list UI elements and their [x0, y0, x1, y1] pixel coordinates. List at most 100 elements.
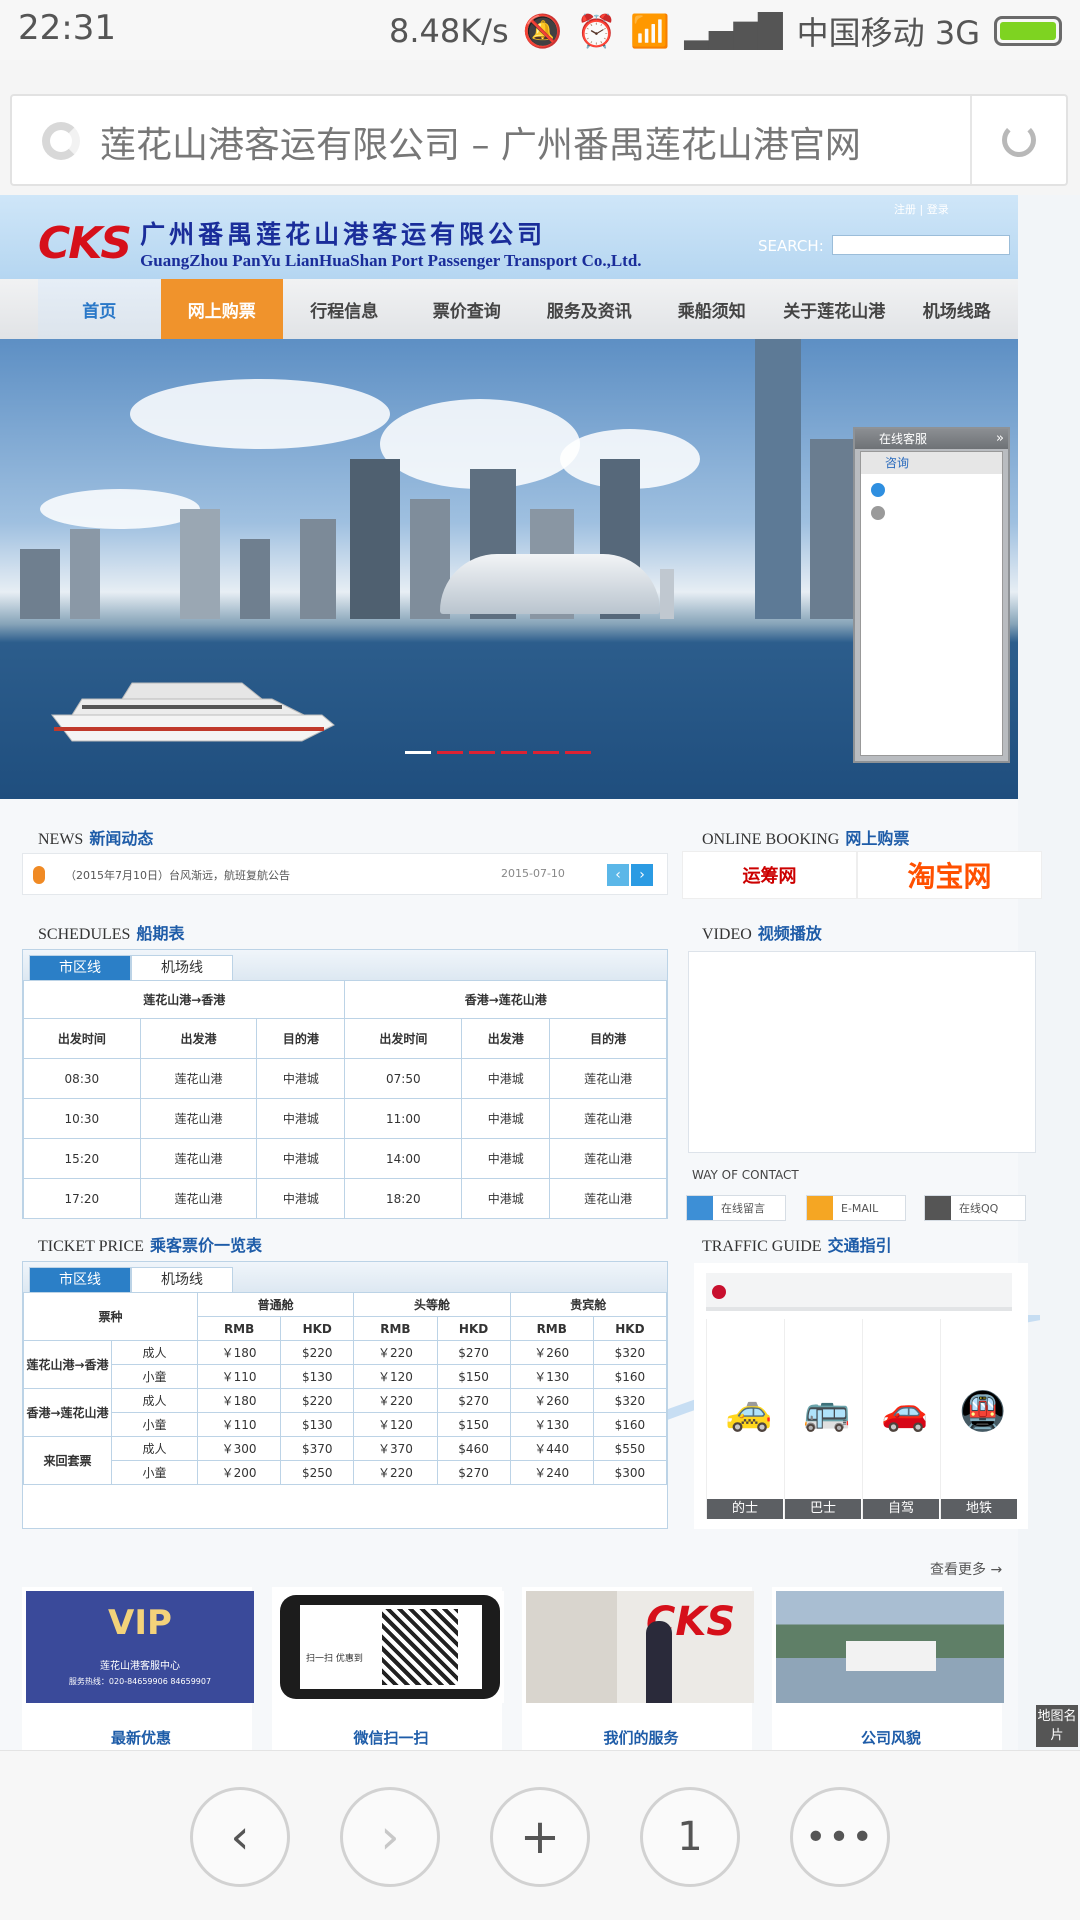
currency-header: RMB: [509, 1316, 594, 1341]
tabs-button[interactable]: 1: [640, 1787, 740, 1887]
news-item[interactable]: （2015年7月10日）台风渐远，航班复航公告: [65, 867, 290, 883]
price-cell: $220: [280, 1388, 355, 1413]
nav-itinerary[interactable]: 行程信息: [283, 279, 406, 339]
collapse-icon[interactable]: »: [996, 429, 1004, 449]
thumb-promotions[interactable]: VIP 莲花山港客服中心 服务热线：020-84659906 84659907 …: [22, 1587, 254, 1750]
menu-button[interactable]: •••: [790, 1787, 890, 1887]
car-icon: 🚗: [881, 1389, 929, 1433]
table-row: 17:20 莲花山港 中港城 18:20 中港城 莲花山港: [23, 1178, 667, 1219]
email-button[interactable]: E-MAIL: [806, 1195, 906, 1221]
class-header: 头等舱: [353, 1292, 511, 1317]
schedule-cell: 莲花山港: [139, 1178, 258, 1219]
thumb-wechat[interactable]: 扫一扫 优惠到 微信扫一扫: [272, 1587, 504, 1750]
status-bar: 22:31 8.48K/s 🔕 ⏰ 📶 ▂▄▆█ 中国移动 3G: [0, 0, 1080, 60]
schedule-cell: 莲花山港: [549, 1138, 667, 1179]
cks-logo-mark: CKS: [38, 217, 132, 269]
status-icons: 8.48K/s 🔕 ⏰ 📶 ▂▄▆█ 中国移动 3G: [389, 8, 1062, 54]
video-player[interactable]: [688, 951, 1036, 1153]
price-cell: ￥300: [196, 1436, 282, 1461]
news-section-title: NEWS 新闻动态: [38, 829, 154, 848]
main-nav: 首页 网上购票 行程信息 票价查询 服务及资讯 乘船须知 关于莲花山港 机场线路: [0, 279, 1018, 339]
metro-icon: 🚇: [959, 1389, 1007, 1433]
reload-button[interactable]: [970, 96, 1066, 184]
wechat-card-text: 扫一扫 优惠到: [306, 1654, 363, 1664]
news-prev-button[interactable]: ‹: [607, 864, 629, 886]
traffic-drive[interactable]: 🚗 自驾: [862, 1319, 939, 1519]
yunchou-link[interactable]: 运筹网: [682, 851, 857, 899]
thumb-service[interactable]: CKS 我们的服务: [522, 1587, 754, 1750]
thumb-company[interactable]: 公司风貌: [772, 1587, 1004, 1750]
price-tab-city[interactable]: 市区线: [29, 1267, 131, 1292]
nav-online-booking[interactable]: 网上购票: [160, 279, 283, 339]
qq-online-icon[interactable]: [871, 483, 885, 497]
company-name-cn: 广州番禺莲花山港客运有限公司: [140, 220, 547, 249]
schedule-cell: 08:30: [23, 1058, 141, 1099]
nav-boarding-notes[interactable]: 乘船须知: [651, 279, 774, 339]
chat-tab-consult[interactable]: 咨询: [861, 452, 1002, 474]
banner-pager[interactable]: [405, 751, 591, 754]
schedule-cell: 莲花山港: [549, 1058, 667, 1099]
passenger-type-cell: 成人: [111, 1388, 198, 1413]
news-next-button[interactable]: ›: [631, 864, 653, 886]
price-cell: $320: [592, 1388, 668, 1413]
qq-button[interactable]: 在线QQ: [924, 1195, 1026, 1221]
site-logo[interactable]: CKS 广州番禺莲花山港客运有限公司 GuangZhou PanYu LianH…: [38, 215, 642, 271]
price-cell: ￥120: [353, 1364, 438, 1389]
company-name-en: GuangZhou PanYu LianHuaShan Port Passeng…: [140, 251, 642, 270]
see-more-link[interactable]: 查看更多 →: [930, 1559, 1002, 1579]
taxi-icon: 🚕: [725, 1389, 773, 1433]
traffic-bus[interactable]: 🚌 巴士: [784, 1319, 861, 1519]
new-tab-button[interactable]: +: [490, 1787, 590, 1887]
video-section-title: VIDEO 视频播放: [702, 924, 822, 943]
message-button[interactable]: 在线留言: [686, 1195, 786, 1221]
price-cell: ￥200: [196, 1460, 282, 1485]
schedule-cell: 17:20: [23, 1178, 141, 1219]
nav-about[interactable]: 关于莲花山港: [773, 279, 896, 339]
nav-home[interactable]: 首页: [38, 279, 161, 339]
schedule-tab-airport[interactable]: 机场线: [131, 955, 233, 980]
passenger-type-cell: 成人: [111, 1436, 198, 1461]
web-page: CKS 广州番禺莲花山港客运有限公司 GuangZhou PanYu LianH…: [0, 195, 1080, 1750]
price-cell: $160: [592, 1364, 668, 1389]
nav-services[interactable]: 服务及资讯: [528, 279, 651, 339]
vip-line: 莲花山港客服中心: [100, 1661, 180, 1672]
forward-button[interactable]: ›: [340, 1787, 440, 1887]
traffic-metro[interactable]: 🚇 地铁: [940, 1319, 1017, 1519]
passenger-type-cell: 成人: [111, 1340, 198, 1365]
table-row: 08:30 莲花山港 中港城 07:50 中港城 莲花山港: [23, 1058, 667, 1099]
bus-icon: 🚌: [803, 1389, 851, 1433]
url-field[interactable]: 莲花山港客运有限公司 – 广州番禺莲花山港官网: [10, 94, 1068, 186]
schedule-cell: 07:50: [344, 1058, 463, 1099]
login-links[interactable]: 注册 | 登录: [894, 201, 949, 217]
schedule-cell: 中港城: [256, 1058, 346, 1099]
marker-icon: [712, 1285, 726, 1299]
page-title[interactable]: 莲花山港客运有限公司 – 广州番禺莲花山港官网: [100, 116, 861, 168]
price-tab-airport[interactable]: 机场线: [131, 1267, 233, 1292]
vip-hotline: 服务热线：020-84659906 84659907: [68, 1677, 212, 1686]
route-cell: 莲花山港→香港: [23, 1340, 112, 1389]
taobao-link[interactable]: 淘宝网: [857, 851, 1042, 899]
traffic-taxi[interactable]: 🚕 的士: [706, 1319, 783, 1519]
schedule-cell: 莲花山港: [549, 1178, 667, 1219]
status-time: 22:31: [18, 8, 116, 48]
vip-badge: VIP: [108, 1603, 172, 1643]
schedule-column-header: 出发时间: [23, 1018, 141, 1059]
price-cell: $270: [436, 1460, 511, 1485]
qq-offline-icon[interactable]: [871, 506, 885, 520]
schedule-cell: 中港城: [461, 1098, 551, 1139]
booking-partners: 运筹网 淘宝网: [682, 851, 1042, 899]
price-cell: ￥110: [196, 1412, 282, 1437]
price-cell: ￥220: [353, 1460, 438, 1485]
booking-section-title: ONLINE BOOKING 网上购票: [702, 829, 910, 848]
search-input[interactable]: [832, 235, 1010, 255]
back-button[interactable]: ‹: [190, 1787, 290, 1887]
map-card-button[interactable]: 地图名片: [1036, 1705, 1078, 1747]
nav-airport-lines[interactable]: 机场线路: [896, 279, 1019, 339]
price-cell: $150: [436, 1412, 511, 1437]
passenger-type-cell: 小童: [111, 1412, 198, 1437]
browser-toolbar: ‹ › + 1 •••: [0, 1750, 1080, 1920]
schedule-tab-city[interactable]: 市区线: [29, 955, 131, 980]
schedule-cell: 中港城: [461, 1178, 551, 1219]
currency-header: RMB: [353, 1316, 438, 1341]
nav-fares[interactable]: 票价查询: [406, 279, 529, 339]
